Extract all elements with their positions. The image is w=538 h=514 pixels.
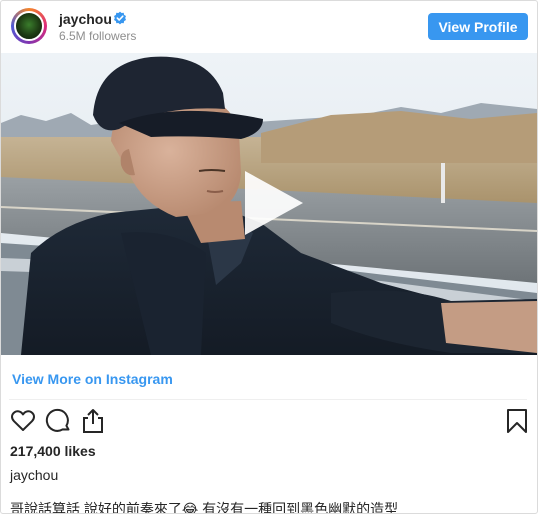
tears-of-joy-emoji: 😂 (181, 501, 199, 514)
video-media[interactable] (1, 53, 537, 355)
username[interactable]: jaychou (59, 11, 112, 27)
caption-text: 哥說話算話 說好的前奏來了😂 有沒有一種回到黑色幽默的造型 (10, 499, 399, 514)
caption-username[interactable]: jaychou (10, 467, 58, 483)
caption-text-part2: 有沒有一種回到黑色幽默的造型 (198, 501, 399, 514)
avatar-image (14, 11, 44, 41)
avatar[interactable] (11, 8, 47, 44)
view-profile-button[interactable]: View Profile (428, 13, 528, 40)
verified-badge-icon (114, 11, 126, 25)
caption-text-part1: 哥說話算話 說好的前奏來了 (10, 501, 182, 514)
divider (9, 399, 527, 400)
like-count[interactable]: 217,400 likes (10, 443, 96, 459)
bookmark-icon[interactable] (506, 408, 528, 434)
instagram-embed: jaychou 6.5M followers View Profile View… (0, 0, 538, 514)
post-header: jaychou 6.5M followers View Profile (1, 1, 537, 53)
follower-count: 6.5M followers (59, 29, 137, 43)
heart-icon[interactable] (10, 408, 36, 434)
comment-icon[interactable] (45, 408, 71, 434)
video-thumbnail (1, 53, 537, 355)
view-more-link[interactable]: View More on Instagram (12, 371, 173, 387)
share-icon[interactable] (80, 407, 106, 435)
